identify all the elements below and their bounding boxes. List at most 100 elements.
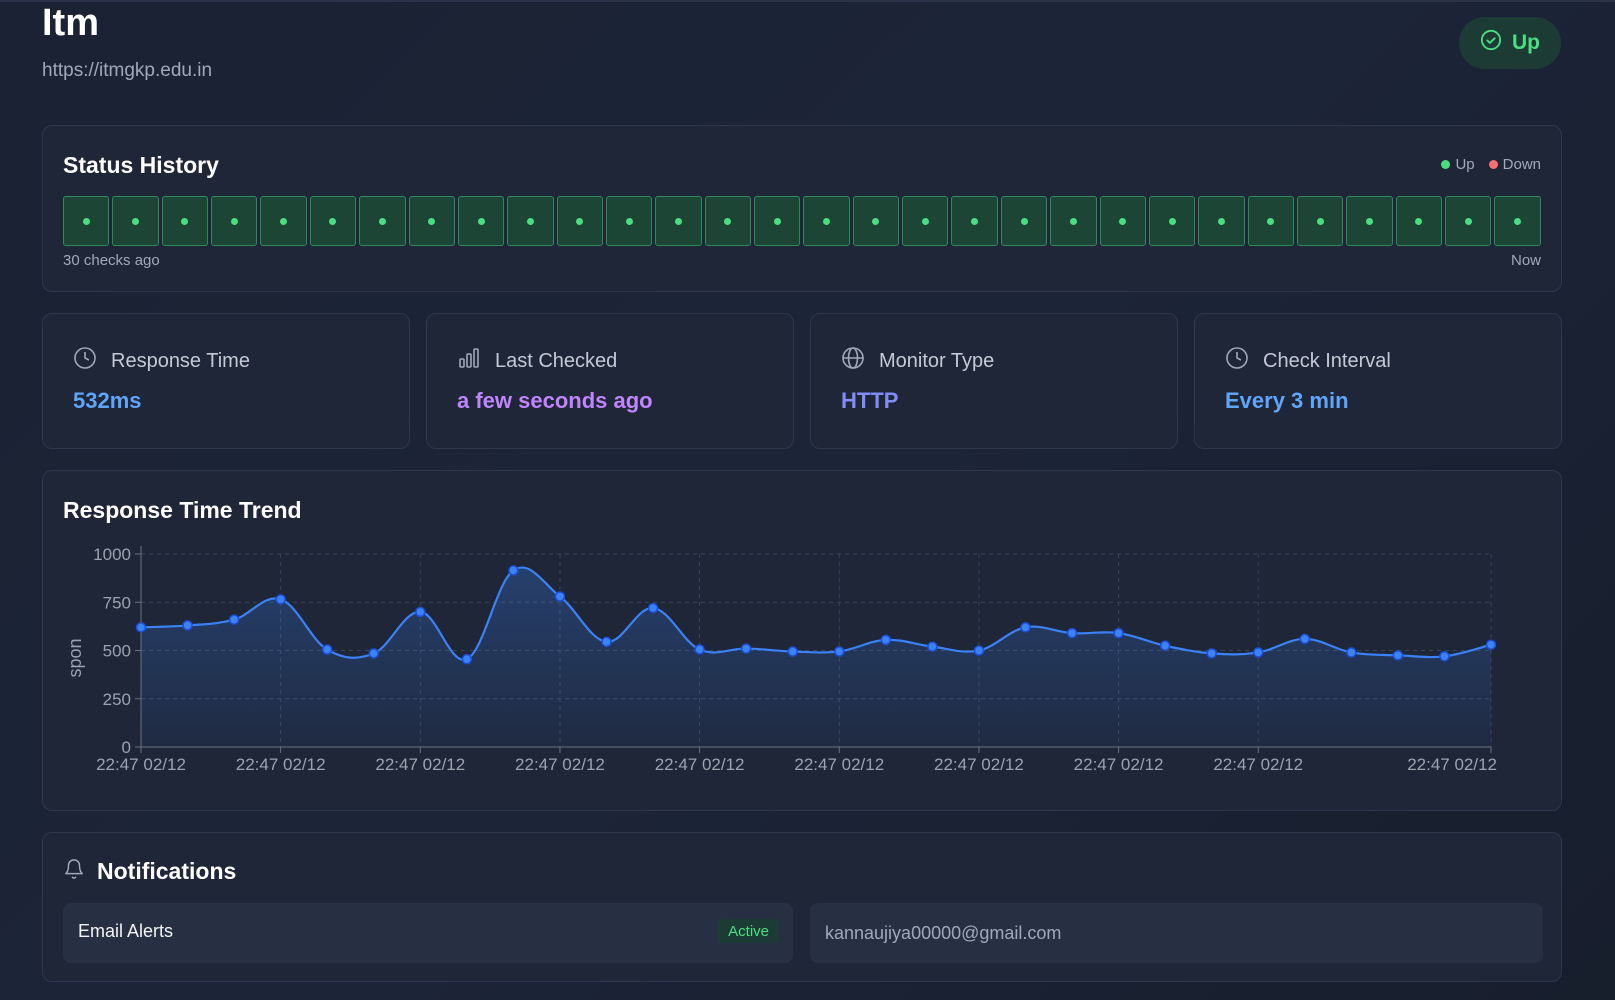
status-legend: Up Down (1441, 156, 1541, 173)
status-check-dot (1366, 217, 1374, 225)
status-check-12[interactable] (605, 196, 653, 246)
status-check-dot (1267, 217, 1275, 225)
status-check-11[interactable] (556, 196, 603, 246)
data-point (135, 622, 147, 633)
status-check-16[interactable] (803, 196, 850, 246)
status-check-dot (181, 217, 189, 225)
check-circle-icon (1480, 29, 1502, 57)
stat-header: Response Time (73, 346, 250, 376)
data-point (1113, 627, 1124, 639)
stat-header: Monitor Type (841, 346, 994, 376)
data-point (321, 644, 333, 655)
status-check-6[interactable] (309, 196, 357, 246)
stat-card-monitor-type: Monitor Type HTTP (810, 313, 1178, 449)
stat-card-response-time: Response Time 532ms (42, 313, 410, 449)
status-check-dot (1316, 217, 1324, 225)
status-check-dot (823, 217, 831, 225)
x-tick-label: 22:47 02/12 (655, 755, 745, 774)
status-check-19[interactable] (951, 196, 998, 246)
status-check-dot (921, 217, 929, 225)
data-point (740, 643, 752, 654)
page-title: Itm (42, 2, 99, 44)
status-check-dot (82, 217, 90, 225)
email-alerts-label: Email Alerts (78, 921, 174, 941)
status-check-18[interactable] (902, 196, 949, 246)
notifications-header: Notifications (63, 857, 236, 886)
status-check-22[interactable] (1099, 196, 1146, 246)
email-address-box: kannaujiya00000@gmail.com (810, 903, 1543, 963)
status-check-dot (576, 217, 584, 225)
status-check-15[interactable] (754, 196, 801, 246)
stat-header: Last Checked (457, 346, 617, 376)
status-check-27[interactable] (1346, 196, 1393, 246)
status-check-30[interactable] (1494, 196, 1541, 246)
data-point (1392, 650, 1404, 661)
status-check-13[interactable] (655, 196, 702, 246)
data-point (461, 653, 473, 665)
data-point (368, 648, 380, 659)
legend-up-label: Up (1455, 156, 1475, 173)
status-check-3[interactable] (161, 196, 209, 246)
data-point (973, 645, 985, 656)
response-time-chart: 0250500750100022:47 02/12 22:47 02/12 22:4… (65, 545, 1497, 774)
x-tick-label: 22:47 02/12 (236, 755, 326, 774)
data-point (787, 646, 798, 657)
status-check-25[interactable] (1247, 196, 1294, 246)
status-check-dot (872, 217, 880, 225)
status-check-29[interactable] (1445, 196, 1492, 246)
email-address: kannaujiya00000@gmail.com (825, 923, 1062, 943)
status-check-14[interactable] (704, 196, 752, 246)
status-check-24[interactable] (1198, 196, 1245, 246)
x-tick-label: 22:47 02/12 (934, 755, 1024, 774)
data-point (834, 646, 845, 657)
stat-card-check-interval: Check Interval Every 3 min (1194, 313, 1562, 449)
status-check-4[interactable] (211, 196, 258, 246)
x-tick-label: 22:47 02/12 (96, 755, 186, 774)
data-point (228, 614, 240, 625)
status-check-21[interactable] (1050, 196, 1097, 246)
data-point (1252, 647, 1264, 658)
status-check-26[interactable] (1296, 196, 1344, 246)
data-point (554, 591, 566, 602)
email-alerts-row[interactable]: Email Alerts Active (63, 903, 793, 963)
status-check-7[interactable] (359, 196, 406, 246)
status-check-dot (428, 217, 436, 225)
data-point (1439, 651, 1450, 662)
y-tick-label: 1000 (93, 545, 131, 564)
status-check-17[interactable] (852, 196, 900, 246)
data-point (601, 636, 612, 648)
data-point (1206, 648, 1217, 659)
status-check-2[interactable] (112, 196, 159, 246)
legend-down-label: Down (1502, 156, 1541, 173)
notifications-card: Notifications Email Alerts Active kannau… (42, 832, 1562, 982)
status-check-dot (329, 217, 337, 225)
status-badge: Up (1459, 17, 1561, 69)
history-end-label: Now (1510, 252, 1541, 269)
y-tick-label: 500 (103, 642, 131, 661)
status-check-1[interactable] (63, 196, 110, 246)
data-point (182, 620, 193, 631)
x-tick-label: 22:47 02/12 (375, 755, 465, 774)
bar-chart-icon (457, 346, 481, 376)
status-check-dot (477, 217, 485, 225)
status-check-dot (1168, 217, 1176, 225)
x-tick-label: 22:47 02/12 (515, 755, 605, 774)
status-check-8[interactable] (408, 196, 455, 246)
status-check-dot (971, 217, 979, 225)
status-history-title: Status History (63, 152, 219, 178)
status-check-5[interactable] (260, 196, 307, 246)
status-check-28[interactable] (1395, 196, 1443, 246)
status-history-card: Status History Up Down 30 checks ago Now (42, 125, 1562, 292)
status-check-dot (1464, 217, 1472, 225)
status-check-9[interactable] (457, 196, 505, 246)
status-check-23[interactable] (1148, 196, 1196, 246)
status-check-dot (230, 217, 238, 225)
data-point (1066, 627, 1078, 639)
status-check-dot (1514, 217, 1522, 225)
status-check-20[interactable] (1000, 196, 1048, 246)
data-point (415, 606, 426, 618)
status-check-10[interactable] (507, 196, 554, 246)
data-point (927, 641, 938, 652)
legend-down: Down (1488, 156, 1541, 173)
legend-up: Up (1441, 156, 1475, 173)
